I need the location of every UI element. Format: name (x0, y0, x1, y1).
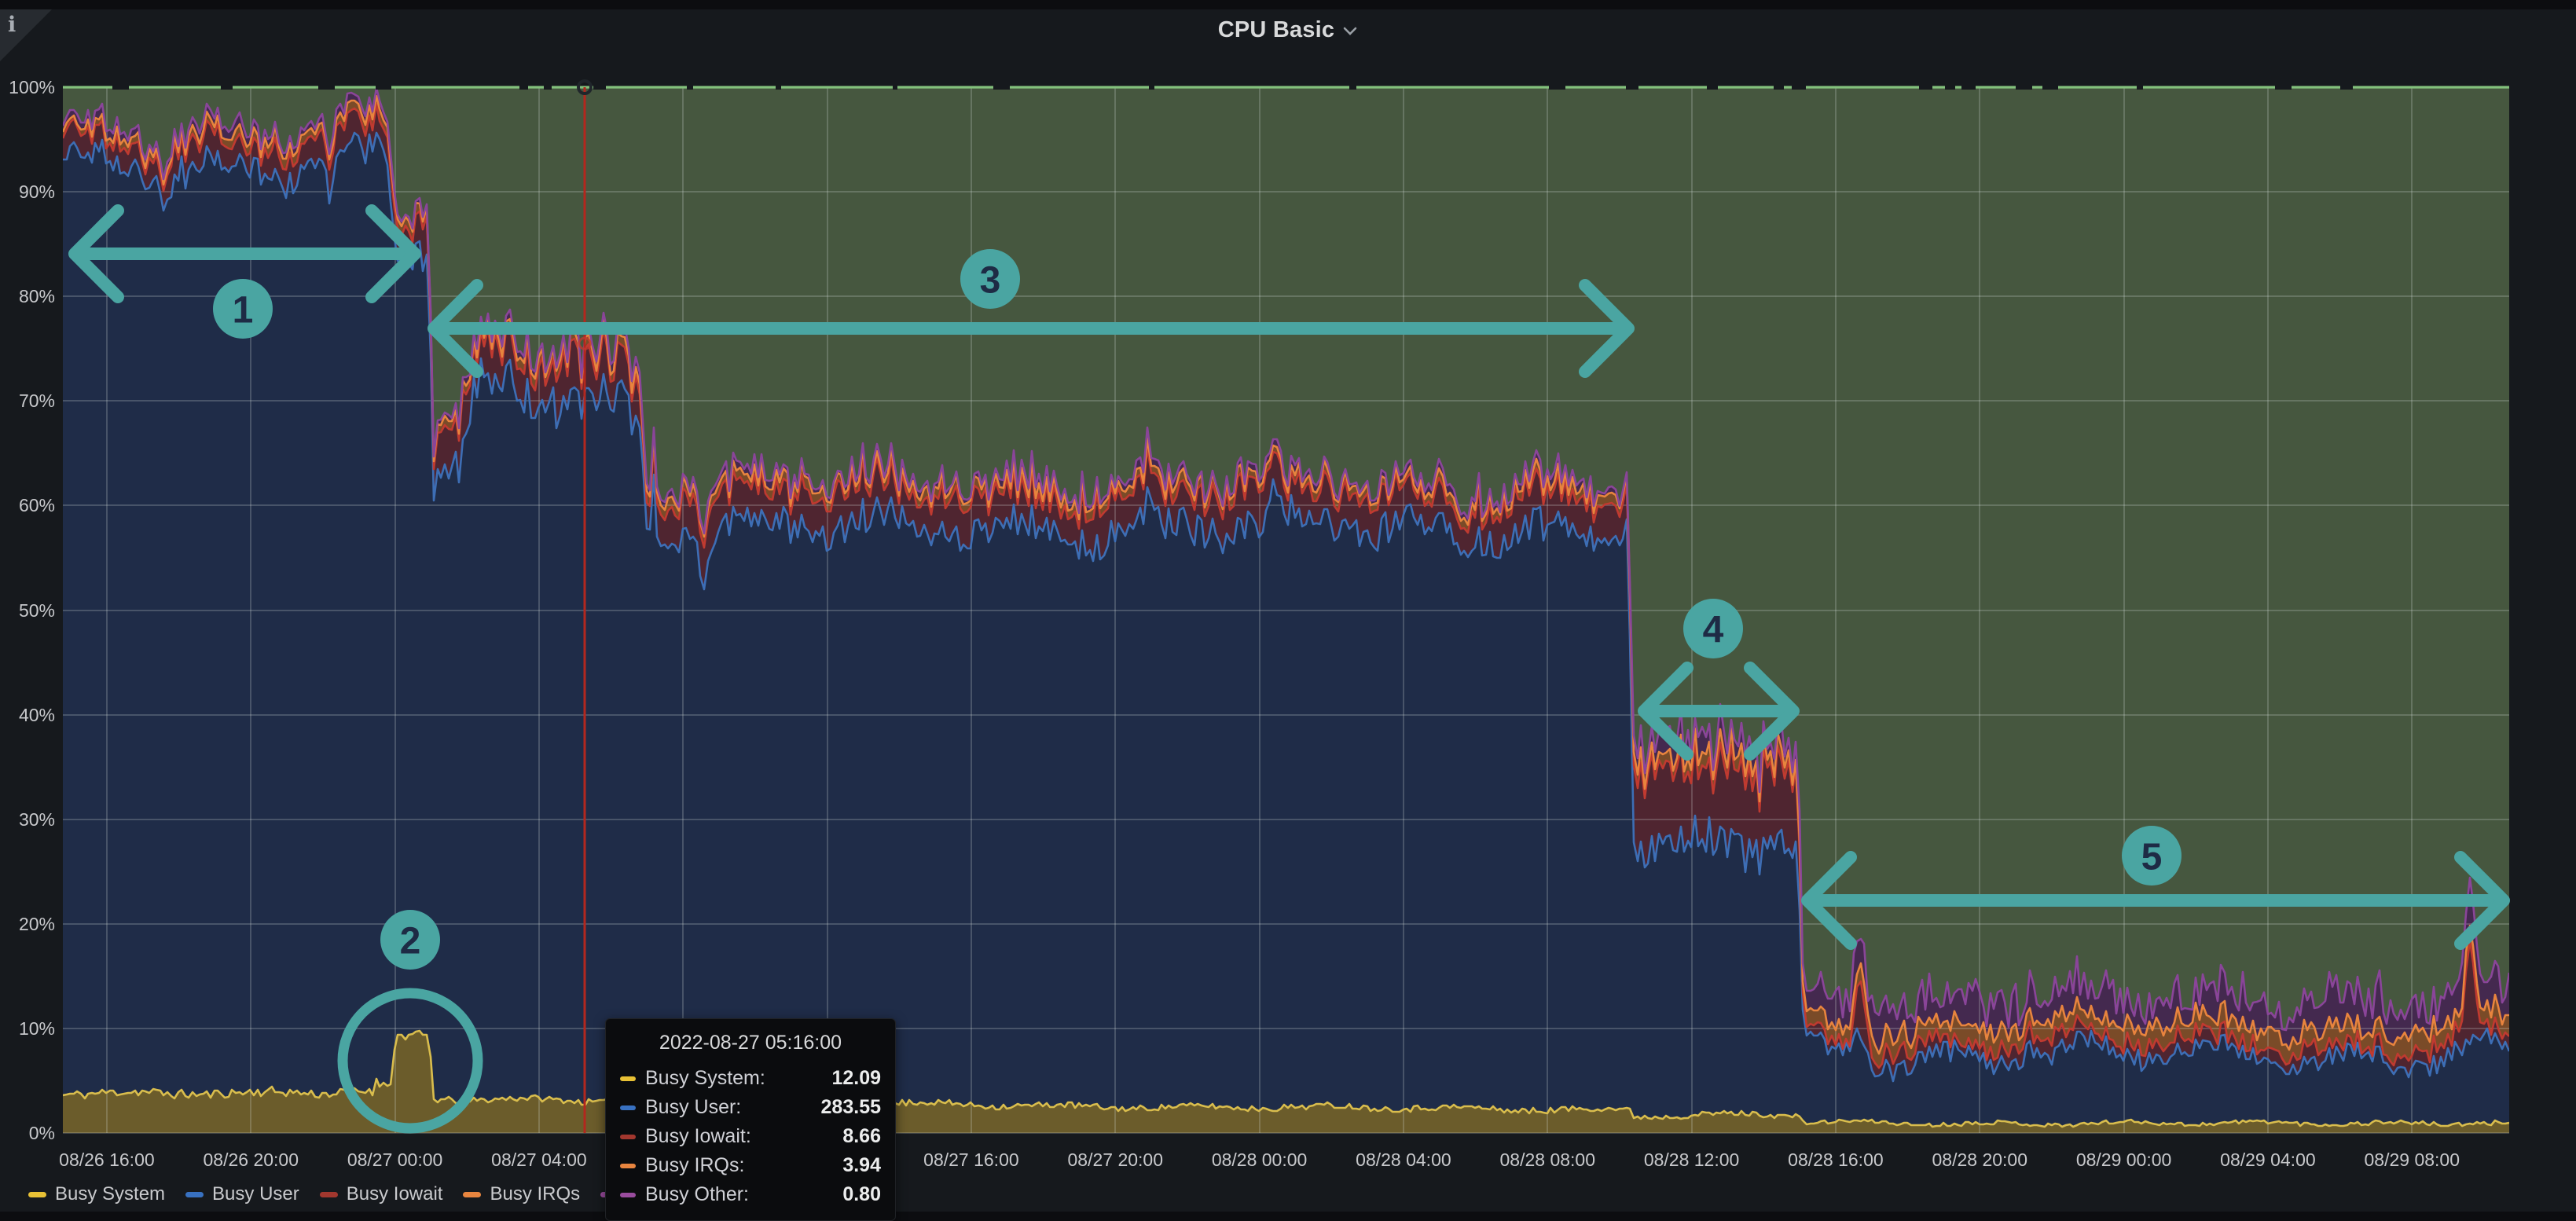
tooltip-row: Busy User: 283.55 (620, 1093, 881, 1122)
tooltip-series-swatch (620, 1135, 636, 1139)
tooltip-row: Busy IRQs: 3.94 (620, 1151, 881, 1180)
tooltip-series-value: 8.66 (842, 1125, 881, 1148)
legend-item-busy-iowait[interactable]: Busy Iowait (320, 1183, 443, 1205)
panel-title: CPU Basic (1218, 17, 1334, 43)
chart-tooltip: 2022-08-27 05:16:00 Busy System:12.09Bus… (605, 1018, 896, 1221)
legend-swatch (320, 1192, 338, 1197)
tooltip-series-label: Busy User: (645, 1096, 741, 1119)
tooltip-series-swatch (620, 1076, 636, 1081)
chevron-down-icon (1342, 27, 1358, 36)
tooltip-series-label: Busy IRQs: (645, 1154, 744, 1177)
tooltip-series-swatch (620, 1164, 636, 1168)
legend-label: Busy User (212, 1183, 299, 1205)
tooltip-series-label: Busy Other: (645, 1183, 749, 1206)
tooltip-series-label: Busy System: (645, 1067, 765, 1090)
legend-swatch (185, 1192, 204, 1197)
tooltip-series-label: Busy Iowait: (645, 1125, 751, 1148)
tooltip-timestamp: 2022-08-27 05:16:00 (620, 1032, 881, 1054)
tooltip-series-value: 3.94 (842, 1154, 881, 1177)
legend-swatch (463, 1192, 481, 1197)
tooltip-series-value: 0.80 (842, 1183, 881, 1206)
legend-item-busy-irqs[interactable]: Busy IRQs (463, 1183, 580, 1205)
tooltip-row: Busy Other: 0.80 (620, 1180, 881, 1209)
tooltip-row: Busy Iowait: 8.66 (620, 1122, 881, 1151)
legend-label: Busy Iowait (347, 1183, 443, 1205)
tooltip-series-value: 283.55 (821, 1096, 881, 1119)
legend-label: Busy IRQs (490, 1183, 580, 1205)
legend-swatch (28, 1192, 46, 1197)
cpu-usage-chart[interactable] (0, 0, 2576, 1212)
tooltip-series-swatch (620, 1106, 636, 1110)
legend-item-busy-system[interactable]: Busy System (28, 1183, 165, 1205)
info-icon[interactable]: i (8, 13, 16, 37)
tooltip-row: Busy System: 12.09 (620, 1064, 881, 1093)
panel-header[interactable]: CPU Basic (0, 9, 2576, 50)
tooltip-series-swatch (620, 1193, 636, 1197)
tooltip-series-value: 12.09 (831, 1067, 881, 1090)
legend-item-busy-user[interactable]: Busy User (185, 1183, 299, 1205)
legend-label: Busy System (55, 1183, 165, 1205)
